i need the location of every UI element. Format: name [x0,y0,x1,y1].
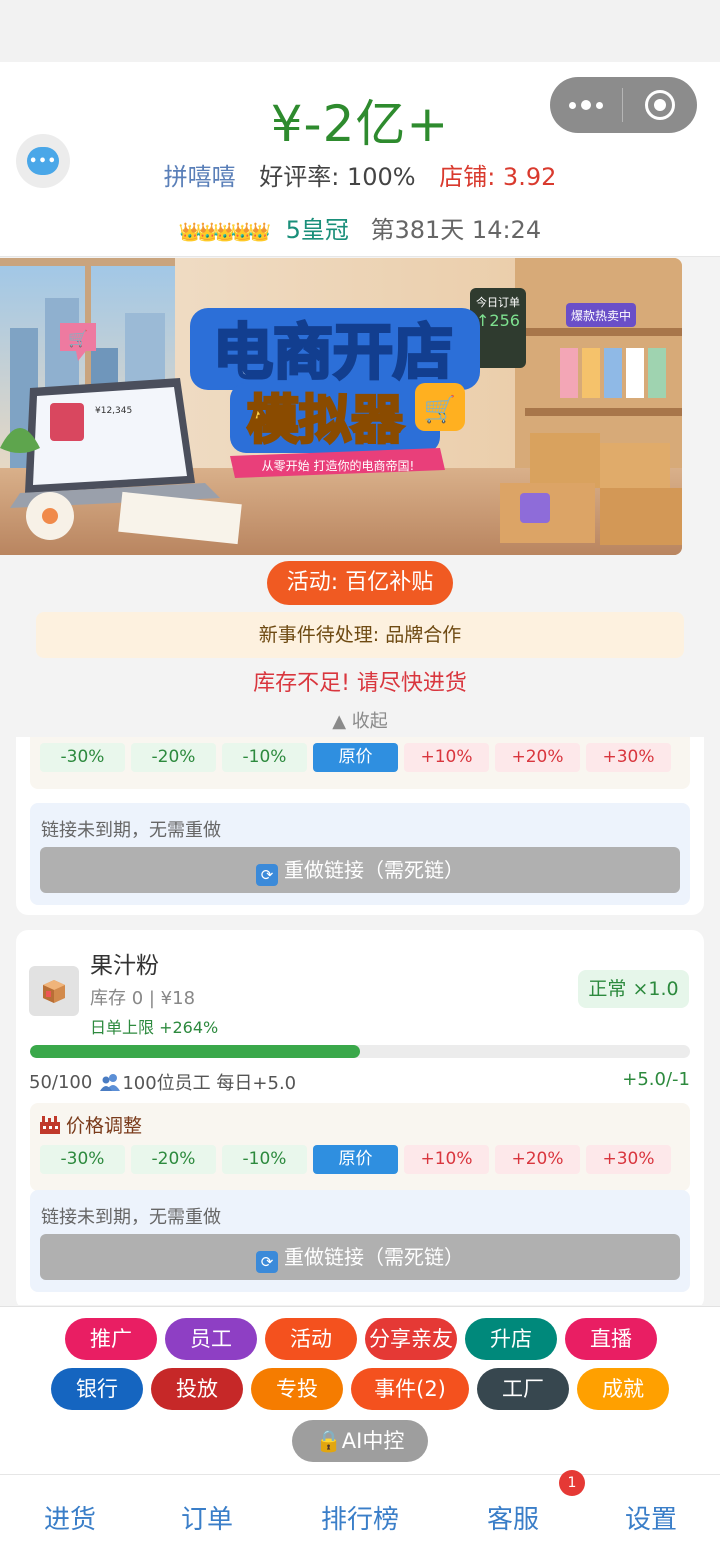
price-minus-30-button[interactable]: -30% [40,1145,125,1174]
status-bar [0,0,720,62]
price-adjust-panel: 价格调整 -30% -20% -10% 原价 +10% +20% +30% [30,1103,690,1191]
chat-icon: ••• [27,147,59,175]
crown-level: 5皇冠 [285,216,349,244]
day-time: 第381天 14:24 [370,216,542,244]
stock-warning: 库存不足! 请尽快进货 [253,671,467,696]
staff-info: 100位员工 每日+5.0 [122,1073,297,1094]
progress-text: 50/100 [29,1071,93,1093]
price-original-button[interactable]: 原价 [313,1145,398,1174]
price-plus-30-button[interactable]: +30% [586,743,671,772]
package-icon [29,966,79,1016]
product-list[interactable]: 价格调整 -30% -20% -10% 原价 +10% +20% +30% 链接… [0,737,720,1305]
link-panel: 链接未到期，无需重做 ⟳ 重做链接（需死链） [30,1190,690,1292]
crown-icons: 👑👑👑👑👑 [178,222,271,243]
collapse-toggle[interactable]: ▲ 收起 [0,707,720,733]
product-card: 价格调整 -30% -20% -10% 原价 +10% +20% +30% 链接… [16,737,704,915]
progress-info: 50/100 100位员工 每日+5.0 [29,1069,296,1095]
product-stock: 库存 0 | ¥18 [90,988,196,1009]
redo-link-button[interactable]: ⟳ 重做链接（需死链） [40,1234,680,1280]
store-score: 店铺: 3.92 [439,163,557,191]
events-button[interactable]: 事件(2) [351,1368,469,1410]
miniprogram-capsule [550,77,697,133]
svg-text:🛒: 🛒 [424,394,456,425]
tab-leaderboard[interactable]: 排行榜 [305,1499,415,1536]
chat-button[interactable]: ••• [16,134,70,188]
bottom-tab-bar: 进货 订单 排行榜 客服 设置 [0,1474,720,1560]
tab-restock[interactable]: 进货 [30,1499,110,1536]
good-rating: 好评率: 100% [259,163,416,191]
banner-subtitle: 从零开始 打造你的电商帝国! [262,458,415,473]
factory-icon [40,1115,60,1134]
livestream-button[interactable]: 直播 [565,1318,657,1360]
price-original-button[interactable]: 原价 [313,743,398,772]
production-progress [30,1045,690,1058]
ad-placement-button[interactable]: 投放 [151,1368,243,1410]
price-plus-20-button[interactable]: +20% [495,743,580,772]
activity-button[interactable]: 活动 [265,1318,357,1360]
banner-title-line2: 模拟器 [247,391,404,451]
svg-text:🛒: 🛒 [68,329,88,348]
close-miniprogram-button[interactable] [623,90,697,120]
redo-link-button[interactable]: ⟳ 重做链接（需死链） [40,847,680,893]
link-panel: 链接未到期，无需重做 ⟳ 重做链接（需死链） [30,803,690,905]
special-placement-button[interactable]: 专投 [251,1368,343,1410]
more-options-button[interactable] [550,100,622,110]
price-minus-20-button[interactable]: -20% [131,1145,216,1174]
price-adjust-title: 价格调整 [40,1111,142,1138]
banner-title-line1: 电商开店 [213,318,453,388]
ai-control-button[interactable]: 🔒AI中控 [292,1420,428,1462]
daily-limit: 日单上限 +264% [90,1018,219,1037]
share-friends-button[interactable]: 分享亲友 [365,1318,457,1360]
action-buttons: 推广 员工 活动 分享亲友 升店 直播 银行 投放 专投 事件(2) 工厂 成就… [0,1306,720,1474]
achievements-button[interactable]: 成就 [577,1368,669,1410]
tab-settings[interactable]: 设置 [611,1499,691,1536]
price-plus-10-button[interactable]: +10% [404,743,489,772]
price-minus-20-button[interactable]: -20% [131,743,216,772]
shop-name[interactable]: 拼嘻嘻 [164,163,236,191]
product-name: 果汁粉 [90,953,159,979]
refresh-icon: ⟳ [256,1251,278,1273]
link-note: 链接未到期，无需重做 [41,820,221,841]
hot-sale-label: 爆款热卖中 [571,308,631,323]
tab-orders[interactable]: 订单 [167,1499,247,1536]
game-banner: 爆款热卖中 今日订单 ↑256 ¥12,345 🛒 电商开店 模拟器 🛒 从零开… [0,258,682,555]
notification-badge: 1 [559,1470,585,1496]
activity-badge[interactable]: 活动: 百亿补贴 [267,561,453,605]
production-rate: +5.0/-1 [622,1069,690,1090]
price-minus-10-button[interactable]: -10% [222,743,307,772]
price-minus-10-button[interactable]: -10% [222,1145,307,1174]
price-plus-10-button[interactable]: +10% [404,1145,489,1174]
factory-button[interactable]: 工厂 [477,1368,569,1410]
target-icon [645,90,675,120]
staff-icon [100,1073,121,1091]
pending-event-notice[interactable]: 新事件待处理: 品牌合作 [36,612,684,658]
tab-customer-service[interactable]: 客服 [473,1499,553,1536]
crown-row: 👑👑👑👑👑 5皇冠 第381天 14:24 [0,210,720,245]
link-note: 链接未到期，无需重做 [41,1207,221,1228]
orders-label: 今日订单 [476,295,520,309]
shop-stats: 拼嘻嘻 好评率: 100% 店铺: 3.92 [0,157,720,192]
status-badge: 正常 ×1.0 [578,970,689,1008]
bank-button[interactable]: 银行 [51,1368,143,1410]
price-minus-30-button[interactable]: -30% [40,743,125,772]
upgrade-shop-button[interactable]: 升店 [465,1318,557,1360]
price-plus-20-button[interactable]: +20% [495,1145,580,1174]
promote-button[interactable]: 推广 [65,1318,157,1360]
orders-value: ↑256 [476,311,520,330]
product-card: 果汁粉 库存 0 | ¥18 日单上限 +264% 正常 ×1.0 50/100… [16,930,704,1305]
refresh-icon: ⟳ [256,864,278,886]
laptop-price: ¥12,345 [95,406,132,416]
price-plus-30-button[interactable]: +30% [586,1145,671,1174]
staff-button[interactable]: 员工 [165,1318,257,1360]
price-adjust-panel: 价格调整 -30% -20% -10% 原价 +10% +20% +30% [30,737,690,789]
